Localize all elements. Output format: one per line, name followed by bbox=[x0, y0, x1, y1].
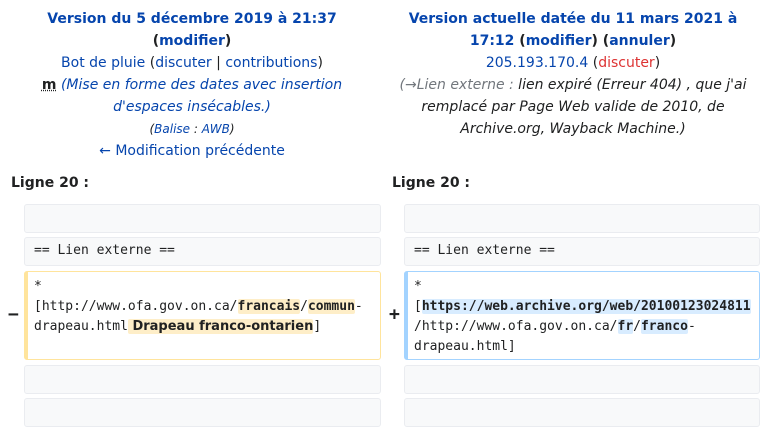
right-modify-link[interactable]: modifier bbox=[526, 33, 592, 49]
right-summary-text-1: lien expiré (Erreur 404) , que j'ai bbox=[513, 77, 747, 93]
add-text: [ bbox=[414, 299, 422, 314]
del-highlight: francais bbox=[237, 299, 301, 314]
left-prev-line: ← Modification précédente bbox=[0, 140, 384, 162]
add-text: - bbox=[687, 319, 696, 334]
add-text: / bbox=[633, 319, 641, 334]
right-context-empty-line-3 bbox=[404, 398, 760, 427]
right-line-number: Ligne 20 : bbox=[392, 175, 471, 191]
left-line-number: Ligne 20 : bbox=[11, 175, 90, 191]
right-discuss-link[interactable]: discuter bbox=[598, 55, 655, 71]
added-line-marker: + bbox=[389, 304, 400, 325]
right-summary-line3: Archive.org, Wayback Machine.) bbox=[460, 121, 686, 137]
left-context-empty-line-2 bbox=[24, 365, 381, 394]
right-summary-line1: (→Lien externe : lien expiré (Erreur 404… bbox=[384, 74, 762, 96]
del-highlight: Drapeau franco-ontarien bbox=[127, 319, 314, 334]
deleted-line-marker: − bbox=[8, 304, 19, 325]
tag-colon: : bbox=[190, 122, 202, 136]
del-text: * bbox=[34, 279, 42, 294]
left-context-section-line: == Lien externe == bbox=[24, 237, 381, 266]
section-link[interactable]: (→Lien externe : bbox=[400, 77, 514, 93]
right-context-empty-line-2 bbox=[404, 365, 760, 394]
left-context-empty-line bbox=[24, 204, 381, 233]
del-text: - bbox=[354, 299, 363, 314]
right-context-empty-line bbox=[404, 204, 760, 233]
left-context-empty-line-3 bbox=[24, 398, 381, 427]
right-context-section-line: == Lien externe == bbox=[404, 237, 760, 266]
right-ip-link[interactable]: 205.193.170.4 bbox=[486, 55, 588, 71]
left-contributions-link[interactable]: contributions bbox=[225, 55, 317, 71]
left-modify-line: (modifier) bbox=[152, 33, 232, 49]
right-undo-link[interactable]: annuler bbox=[609, 33, 670, 49]
tag-close-paren: ) bbox=[229, 122, 235, 136]
left-revision-header: Version du 5 décembre 2019 à 21:37 (modi… bbox=[0, 8, 384, 162]
right-title-line2: 17:12 (modifier) (annuler) bbox=[469, 33, 677, 49]
del-text: / bbox=[300, 299, 308, 314]
left-summary-text-2: d'espaces insécables.) bbox=[113, 99, 271, 115]
left-modify-link[interactable]: modifier bbox=[159, 33, 225, 49]
left-version-link[interactable]: Version du 5 décembre 2019 à 21:37 bbox=[47, 11, 336, 27]
del-highlight: commun bbox=[307, 299, 355, 314]
del-text: ] bbox=[313, 319, 322, 334]
tag-awb-link[interactable]: AWB bbox=[202, 122, 230, 136]
add-highlight: fr bbox=[617, 319, 634, 334]
right-version-time-link[interactable]: 17:12 bbox=[470, 33, 515, 49]
right-title-line1: Version actuelle datée du 11 mars 2021 à bbox=[384, 8, 762, 30]
left-discuss-link[interactable]: discuter bbox=[155, 55, 212, 71]
add-text: /http://www.ofa.gov.on.ca/ bbox=[414, 319, 618, 334]
added-line: * [https://web.archive.org/web/201001230… bbox=[404, 271, 760, 360]
left-title-line: Version du 5 décembre 2019 à 21:37 bbox=[0, 8, 384, 30]
left-user-link[interactable]: Bot de pluie bbox=[61, 55, 145, 71]
del-text: [http://www.ofa.gov.on.ca/ bbox=[34, 299, 238, 314]
deleted-line: * [http://www.ofa.gov.on.ca/francais/com… bbox=[24, 271, 381, 360]
add-highlight: franco bbox=[640, 319, 688, 334]
left-tag-line: (Balise : AWB) bbox=[0, 118, 384, 140]
left-summary-line1: m (Mise en forme des dates avec insertio… bbox=[0, 74, 384, 96]
minor-edit-badge: m bbox=[41, 77, 57, 93]
left-summary-text-1: (Mise en forme des dates avec insertion bbox=[60, 77, 343, 93]
separator: | bbox=[216, 55, 221, 71]
right-version-link[interactable]: Version actuelle datée du 11 mars 2021 à bbox=[409, 11, 738, 27]
add-highlight: https://web.archive.org/web/201001230248… bbox=[421, 299, 751, 314]
add-text: drapeau.html] bbox=[414, 339, 516, 354]
right-user-line: 205.193.170.4 (discuter) bbox=[485, 55, 661, 71]
left-user-line: Bot de pluie (discuter | contributions) bbox=[61, 55, 323, 71]
right-summary-line2: remplacé par Page Web valide de 2010, de bbox=[421, 99, 725, 115]
tag-label-link[interactable]: Balise bbox=[154, 122, 190, 136]
right-revision-header: Version actuelle datée du 11 mars 2021 à… bbox=[384, 8, 762, 140]
del-text: drapeau.html bbox=[34, 319, 128, 334]
left-summary-line2: d'espaces insécables.) bbox=[0, 96, 384, 118]
add-text: * bbox=[414, 279, 422, 294]
previous-edit-link[interactable]: ← Modification précédente bbox=[99, 143, 285, 159]
